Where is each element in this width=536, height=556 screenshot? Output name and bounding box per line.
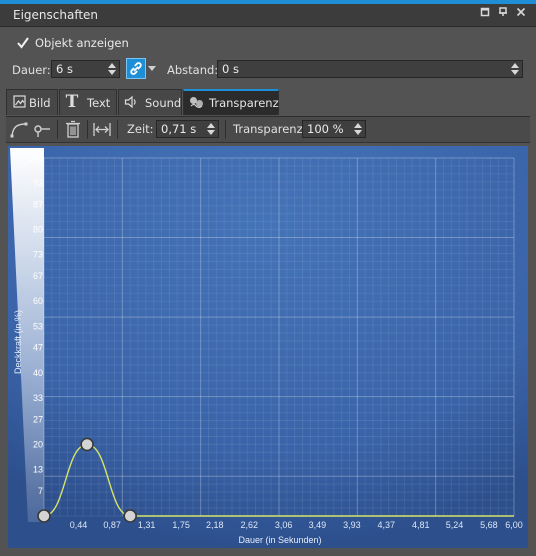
tab-bar: Bild T Text Sound Transparenz bbox=[6, 89, 530, 117]
duration-stepper[interactable]: 6 s bbox=[51, 60, 120, 78]
y-tick-label: 33 bbox=[33, 393, 43, 403]
y-tick-label: 73 bbox=[33, 250, 43, 260]
x-tick-label: 2,18 bbox=[206, 520, 224, 530]
curve-smooth-icon[interactable] bbox=[9, 120, 29, 139]
speaker-icon bbox=[124, 95, 138, 109]
transparency-label: Transparenz: bbox=[233, 122, 307, 136]
close-icon[interactable] bbox=[513, 7, 529, 23]
transparency-icon bbox=[189, 95, 203, 109]
x-tick-label: 2,62 bbox=[240, 520, 258, 530]
y-tick-label: 60 bbox=[33, 296, 43, 306]
keyframe-point[interactable] bbox=[37, 509, 51, 523]
y-axis-label: Deckkraft (in %) bbox=[13, 310, 23, 374]
tab-bild[interactable]: Bild bbox=[6, 89, 58, 115]
y-tick-label: 20 bbox=[33, 439, 43, 449]
x-tick-label: 4,81 bbox=[412, 520, 430, 530]
tab-text[interactable]: T Text bbox=[59, 89, 117, 115]
x-tick-label: 3,93 bbox=[343, 520, 361, 530]
toolbar-separator bbox=[87, 120, 88, 139]
x-tick-label: 3,06 bbox=[275, 520, 293, 530]
duration-spin-icon[interactable] bbox=[107, 61, 117, 77]
distance-stepper[interactable]: 0 s bbox=[217, 60, 523, 78]
transparency-spin-icon[interactable] bbox=[353, 121, 363, 137]
x-tick-label: 5,24 bbox=[446, 520, 464, 530]
distance-label: Abstand: bbox=[167, 63, 219, 77]
transparency-value: 100 % bbox=[307, 122, 344, 136]
y-tick-label: 100 bbox=[28, 153, 43, 163]
time-value: 0,71 s bbox=[161, 122, 197, 136]
time-spin-icon[interactable] bbox=[206, 121, 216, 137]
show-object-checkbox[interactable] bbox=[16, 36, 30, 50]
tab-sound[interactable]: Sound bbox=[118, 89, 182, 115]
text-icon: T bbox=[65, 92, 79, 112]
duration-value: 6 s bbox=[56, 62, 73, 76]
y-tick-label: 93 bbox=[33, 178, 43, 188]
y-tick-label: 80 bbox=[33, 225, 43, 235]
y-tick-label: 7 bbox=[38, 486, 43, 496]
curve-linear-icon[interactable] bbox=[33, 120, 53, 139]
curve-toolbar: Zeit: 0,71 s Transparenz: 100 % bbox=[6, 117, 530, 143]
dock-icon[interactable] bbox=[495, 7, 511, 23]
x-tick-label: 1,75 bbox=[172, 520, 190, 530]
tab-bild-label: Bild bbox=[29, 96, 51, 110]
x-tick-label: 3,49 bbox=[309, 520, 327, 530]
link-dropdown-arrow-icon[interactable] bbox=[148, 66, 156, 71]
x-tick-label: 5,68 bbox=[480, 520, 498, 530]
x-tick-label: 4,37 bbox=[378, 520, 396, 530]
x-tick-label: 0,44 bbox=[70, 520, 88, 530]
transparency-stepper[interactable]: 100 % bbox=[302, 120, 366, 138]
y-tick-label: 47 bbox=[33, 343, 43, 353]
x-tick-label: 0,87 bbox=[103, 520, 121, 530]
time-label: Zeit: bbox=[127, 122, 154, 136]
y-tick-label: 67 bbox=[33, 271, 43, 281]
curve-chart-svg[interactable]: 7 13 20 27 33 40 47 53 60 67 73 80 87 93 100 0,44 0,87 1… bbox=[8, 146, 528, 548]
tab-text-label: Text bbox=[87, 96, 111, 110]
y-tick-label: 53 bbox=[33, 321, 43, 331]
toolbar-separator bbox=[117, 120, 118, 139]
window-title: Eigenschaften bbox=[13, 8, 99, 22]
y-tick-label: 87 bbox=[33, 200, 43, 210]
y-tick-label: 13 bbox=[33, 464, 43, 474]
y-tick-label: 27 bbox=[33, 414, 43, 424]
fit-width-icon[interactable] bbox=[92, 120, 112, 139]
restore-icon[interactable] bbox=[477, 7, 493, 23]
y-tick-label: 40 bbox=[33, 368, 43, 378]
tab-transparenz-label: Transparenz bbox=[209, 96, 279, 110]
x-tick-label: 6,00 bbox=[505, 520, 523, 530]
link-toggle-button[interactable] bbox=[126, 58, 146, 79]
toolbar-separator bbox=[57, 120, 58, 139]
link-icon bbox=[130, 62, 142, 75]
time-stepper[interactable]: 0,71 s bbox=[156, 120, 219, 138]
window-title-bar: Eigenschaften bbox=[0, 4, 536, 27]
x-tick-label: 1,31 bbox=[138, 520, 156, 530]
tab-sound-label: Sound bbox=[145, 96, 182, 110]
show-object-label: Objekt anzeigen bbox=[35, 36, 129, 50]
curve-chart[interactable]: 7 13 20 27 33 40 47 53 60 67 73 80 87 93 100 0,44 0,87 1… bbox=[8, 146, 528, 548]
distance-spin-icon[interactable] bbox=[510, 61, 520, 77]
delete-keyframe-icon[interactable] bbox=[63, 120, 83, 139]
x-axis-label: Dauer (in Sekunden) bbox=[238, 535, 321, 545]
distance-value: 0 s bbox=[222, 62, 239, 76]
tab-transparenz[interactable]: Transparenz bbox=[183, 89, 279, 115]
keyframe-point[interactable] bbox=[80, 437, 94, 452]
image-icon bbox=[12, 95, 26, 109]
keyframe-point[interactable] bbox=[123, 509, 137, 523]
toolbar-separator bbox=[225, 120, 226, 139]
duration-label: Dauer: bbox=[12, 63, 51, 77]
